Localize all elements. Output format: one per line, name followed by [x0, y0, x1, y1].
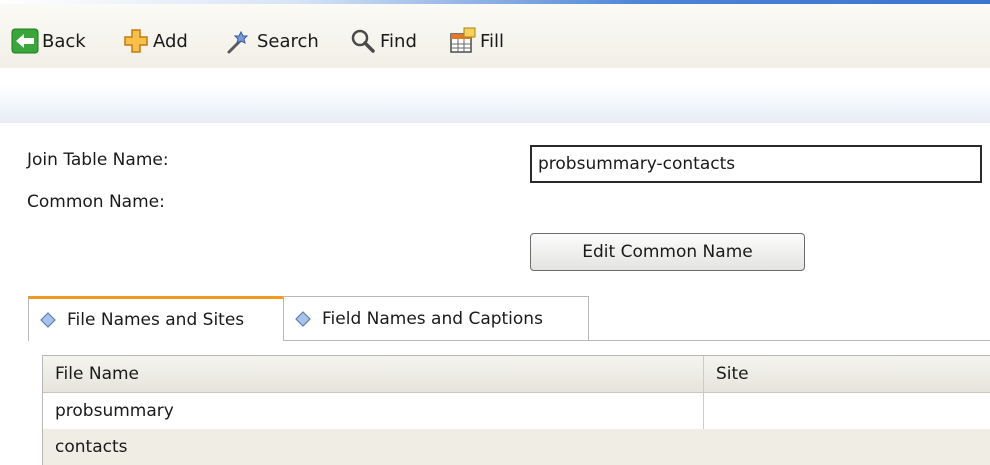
- tab-label: Field Names and Captions: [322, 308, 543, 329]
- diamond-icon: [295, 310, 311, 327]
- search-button[interactable]: Search: [225, 26, 319, 56]
- join-table-name-label: Join Table Name:: [27, 150, 169, 170]
- header-band: [0, 68, 990, 123]
- common-name-label: Common Name:: [27, 192, 165, 212]
- back-arrow-icon: [11, 28, 39, 54]
- column-divider: [703, 393, 704, 429]
- toolbar: Back Add Search Find Fill: [0, 4, 990, 69]
- tab-label: File Names and Sites: [67, 310, 245, 330]
- table-row[interactable]: probsummary: [43, 393, 990, 429]
- cell-file-name: probsummary: [55, 401, 174, 421]
- back-label: Back: [42, 30, 86, 52]
- find-label: Find: [380, 30, 417, 52]
- magnifier-icon: [351, 29, 375, 53]
- table-header: File Name Site: [43, 356, 990, 393]
- find-button[interactable]: Find: [348, 26, 417, 56]
- back-button[interactable]: Back: [10, 26, 86, 56]
- fill-label: Fill: [480, 30, 505, 52]
- file-names-table: File Name Site probsummary contacts: [42, 355, 990, 465]
- tab-strip: File Names and Sites Field Names and Cap…: [28, 296, 990, 341]
- fill-button[interactable]: Fill: [448, 26, 504, 56]
- join-table-name-input[interactable]: probsummary-contacts: [530, 145, 982, 183]
- column-header-site[interactable]: Site: [704, 356, 990, 392]
- column-header-file-name[interactable]: File Name: [43, 356, 703, 392]
- cell-file-name: contacts: [55, 437, 128, 457]
- diamond-icon: [40, 312, 56, 328]
- add-button[interactable]: Add: [121, 26, 188, 56]
- search-wand-icon: [227, 30, 249, 54]
- edit-common-name-button[interactable]: Edit Common Name: [530, 233, 805, 271]
- tab-field-names-and-captions[interactable]: Field Names and Captions: [283, 296, 589, 340]
- tab-file-names-and-sites[interactable]: File Names and Sites: [28, 296, 284, 341]
- search-label: Search: [257, 30, 319, 52]
- add-label: Add: [153, 30, 188, 52]
- add-plus-icon: [124, 29, 148, 53]
- table-row[interactable]: contacts: [43, 429, 990, 465]
- column-divider[interactable]: [703, 356, 704, 392]
- fill-table-icon: [450, 27, 476, 53]
